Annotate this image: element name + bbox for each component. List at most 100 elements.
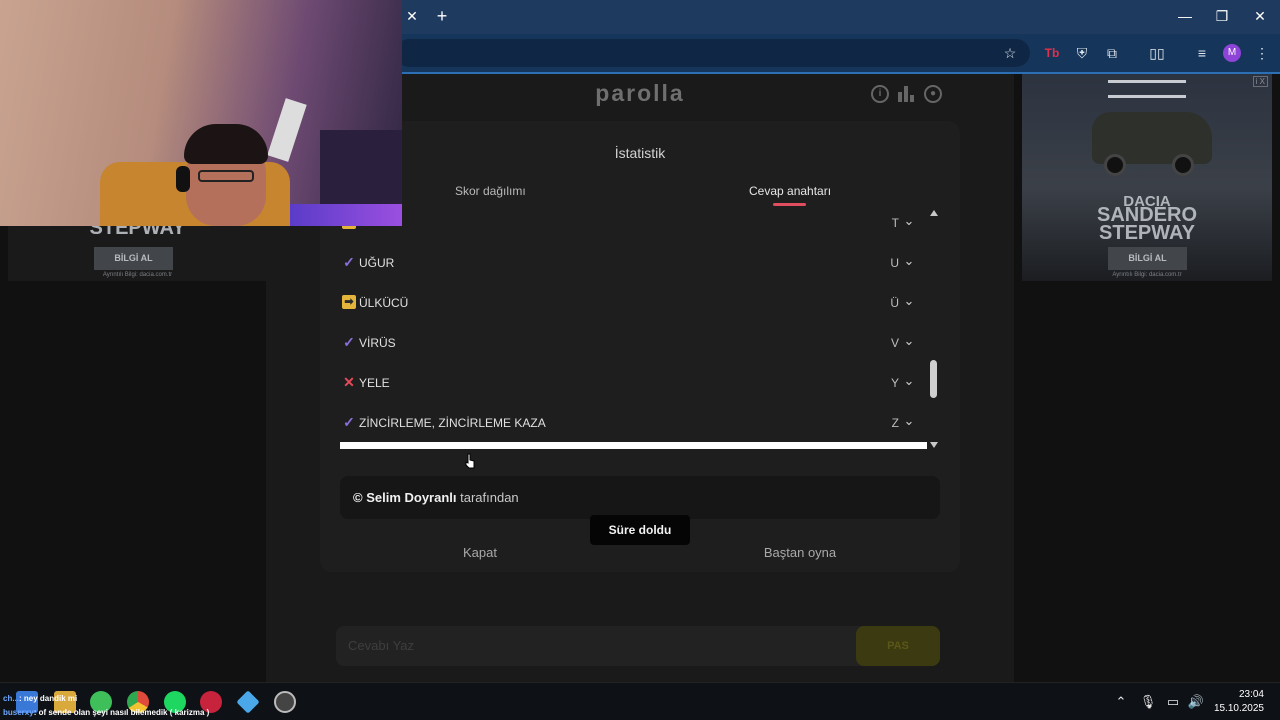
active-tab-indicator [773, 203, 806, 206]
account-icon[interactable]: ● [924, 85, 942, 103]
scroll-down-arrow-icon[interactable] [930, 442, 938, 448]
chat-user: ch... [3, 694, 20, 703]
chevron-down-icon[interactable]: ⌄ [902, 414, 916, 428]
pass-button[interactable]: PAS [856, 626, 940, 666]
taskbar: ch...: ney dandik mi buserxy: of sende o… [0, 682, 1280, 720]
answer-list[interactable]: ➡ T ⌄ ✓ UĞUR U ⌄ ➡ ÜLKÜCÜ Ü ⌄ ✓ VİRÜS V [340, 208, 929, 448]
car-wheel [1104, 154, 1126, 176]
media-control-icon[interactable]: ≡ [1191, 42, 1213, 64]
ad-right[interactable]: i X DACIA SANDERO STEPWAY BİLGİ AL Ayrın… [1022, 74, 1272, 281]
ad-left-button[interactable]: BİLGİ AL [94, 247, 173, 270]
chat-message: ch...: ney dandik mi [3, 694, 77, 703]
horizontal-scrollbar[interactable] [340, 442, 927, 449]
modal-title: İstatistik [614, 145, 666, 161]
stats-icon[interactable] [898, 86, 916, 102]
car-wheel [1172, 154, 1194, 176]
info-icon[interactable]: i [871, 85, 889, 103]
scroll-up-arrow-icon[interactable] [930, 210, 938, 216]
app-blue-icon[interactable] [236, 690, 260, 714]
chat-message: buserxy: of sende olan şeyi nasıl bileme… [3, 708, 209, 717]
pass-icon: ➡ [342, 295, 356, 309]
tab-answer-key[interactable]: Cevap anahtarı [749, 184, 831, 198]
address-bar[interactable] [395, 39, 1030, 67]
check-icon: ✓ [343, 414, 355, 430]
window-close-button[interactable]: ✕ [1242, 4, 1278, 28]
profile-initial: M [1223, 44, 1241, 62]
answer-word: YELE [359, 376, 390, 390]
tray-chevron-up-icon[interactable]: ⌃ [1112, 693, 1130, 711]
answer-letter: Ü [890, 296, 899, 310]
credit-suffix: tarafından [456, 490, 519, 505]
chevron-down-icon[interactable]: ⌄ [902, 254, 916, 268]
answer-row[interactable]: ➡ T ⌄ [340, 208, 929, 242]
credit-text: © Selim Doyranlı tarafından [353, 490, 519, 505]
answer-row[interactable]: ✓ ZİNCİRLEME, ZİNCİRLEME KAZA Z ⌄ [340, 402, 929, 442]
vertical-scrollbar[interactable] [929, 210, 939, 450]
chevron-down-icon[interactable]: ⌄ [902, 294, 916, 308]
mouse-cursor-icon [465, 453, 475, 469]
ad-choices-icon[interactable]: i X [1252, 76, 1268, 87]
microphone-icon[interactable]: 🎙 [1139, 693, 1157, 711]
webcam-glasses [198, 170, 254, 182]
minimize-button[interactable]: — [1167, 4, 1203, 28]
dacia-logo-icon [1108, 80, 1186, 98]
system-clock[interactable]: 23:04 15.10.2025 [1214, 688, 1264, 716]
clock-date: 15.10.2025 [1213, 703, 1264, 714]
answer-row[interactable]: ✓ VİRÜS V ⌄ [340, 322, 929, 362]
puzzle-icon[interactable]: ⧉ [1101, 42, 1123, 64]
answer-row[interactable]: ✓ UĞUR U ⌄ [340, 242, 929, 282]
answer-word: ZİNCİRLEME, ZİNCİRLEME KAZA [359, 416, 546, 430]
credit-box: © Selim Doyranlı tarafından [340, 476, 940, 519]
webcam-background-object [267, 98, 307, 162]
tab-score-distribution[interactable]: Skor dağılımı [455, 184, 526, 198]
answer-letter: Y [890, 376, 899, 390]
ad-right-title: SANDERO STEPWAY [1096, 204, 1197, 244]
answer-letter: V [890, 336, 899, 350]
new-tab-button[interactable]: + [431, 3, 453, 29]
speaker-icon[interactable]: 🔊 [1187, 693, 1205, 711]
check-icon: ✓ [343, 254, 355, 270]
answer-row[interactable]: ➡ ÜLKÜCÜ Ü ⌄ [340, 282, 929, 322]
statistics-modal: İstatistik Skor dağılımı Cevap anahtarı … [320, 121, 960, 572]
profile-avatar[interactable]: M [1221, 42, 1243, 64]
answer-row[interactable]: ✕ YELE Y ⌄ [340, 362, 929, 402]
ad-left-note: Ayrıntılı Bilgi: dacia.com.tr [102, 272, 173, 278]
answer-word: ÜLKÜCÜ [359, 296, 409, 310]
close-modal-button[interactable]: Kapat [380, 545, 580, 560]
cross-icon: ✕ [343, 374, 355, 390]
answer-word: UĞUR [359, 256, 395, 270]
webcam-streamer-hair [184, 124, 268, 164]
ad-right-button[interactable]: BİLGİ AL [1108, 247, 1187, 270]
tab-close-icon[interactable]: ✕ [402, 5, 422, 27]
scroll-thumb[interactable] [930, 360, 937, 398]
answer-word: VİRÜS [359, 336, 396, 350]
menu-kebab-icon[interactable]: ⋮ [1251, 42, 1273, 64]
restore-button[interactable]: ❐ [1204, 4, 1240, 28]
clock-time: 23:04 [1238, 689, 1264, 700]
restart-button[interactable]: Baştan oyna [700, 545, 900, 560]
chat-text: : of sende olan şeyi nasıl bilemedik ( k… [33, 708, 210, 717]
chevron-down-icon[interactable]: ⌄ [902, 374, 916, 388]
chevron-down-icon[interactable]: ⌄ [902, 214, 916, 228]
check-icon: ✓ [343, 334, 355, 350]
answer-letter: U [890, 256, 899, 270]
chat-text: : ney dandik mi [19, 694, 78, 703]
chat-user: buserxy [3, 708, 34, 717]
ad-right-note: Ayrıntılı Bilgi: dacia.com.tr [1112, 272, 1182, 278]
credit-name[interactable]: © Selim Doyranlı [353, 490, 457, 505]
guess-placeholder: Cevabı Yaz [348, 638, 415, 653]
webcam-overlay [0, 0, 402, 226]
time-up-toast: Süre doldu [590, 515, 690, 545]
obs-icon[interactable] [274, 691, 296, 713]
network-icon[interactable]: ▭ [1164, 693, 1182, 711]
bookmark-star-icon[interactable]: ☆ [999, 42, 1021, 64]
webcam-headset [176, 166, 190, 192]
guess-input[interactable]: Cevabı Yaz PAS [336, 626, 940, 666]
answer-letter: T [891, 216, 899, 230]
chevron-down-icon[interactable]: ⌄ [902, 334, 916, 348]
webcam-rgb-light [290, 204, 402, 226]
pass-button-label: PAS [887, 640, 909, 652]
reading-mode-icon[interactable]: ▯▯ [1146, 42, 1168, 64]
extension-icon[interactable]: Tb [1041, 42, 1063, 64]
shield-icon[interactable]: ⛨ [1071, 42, 1093, 64]
